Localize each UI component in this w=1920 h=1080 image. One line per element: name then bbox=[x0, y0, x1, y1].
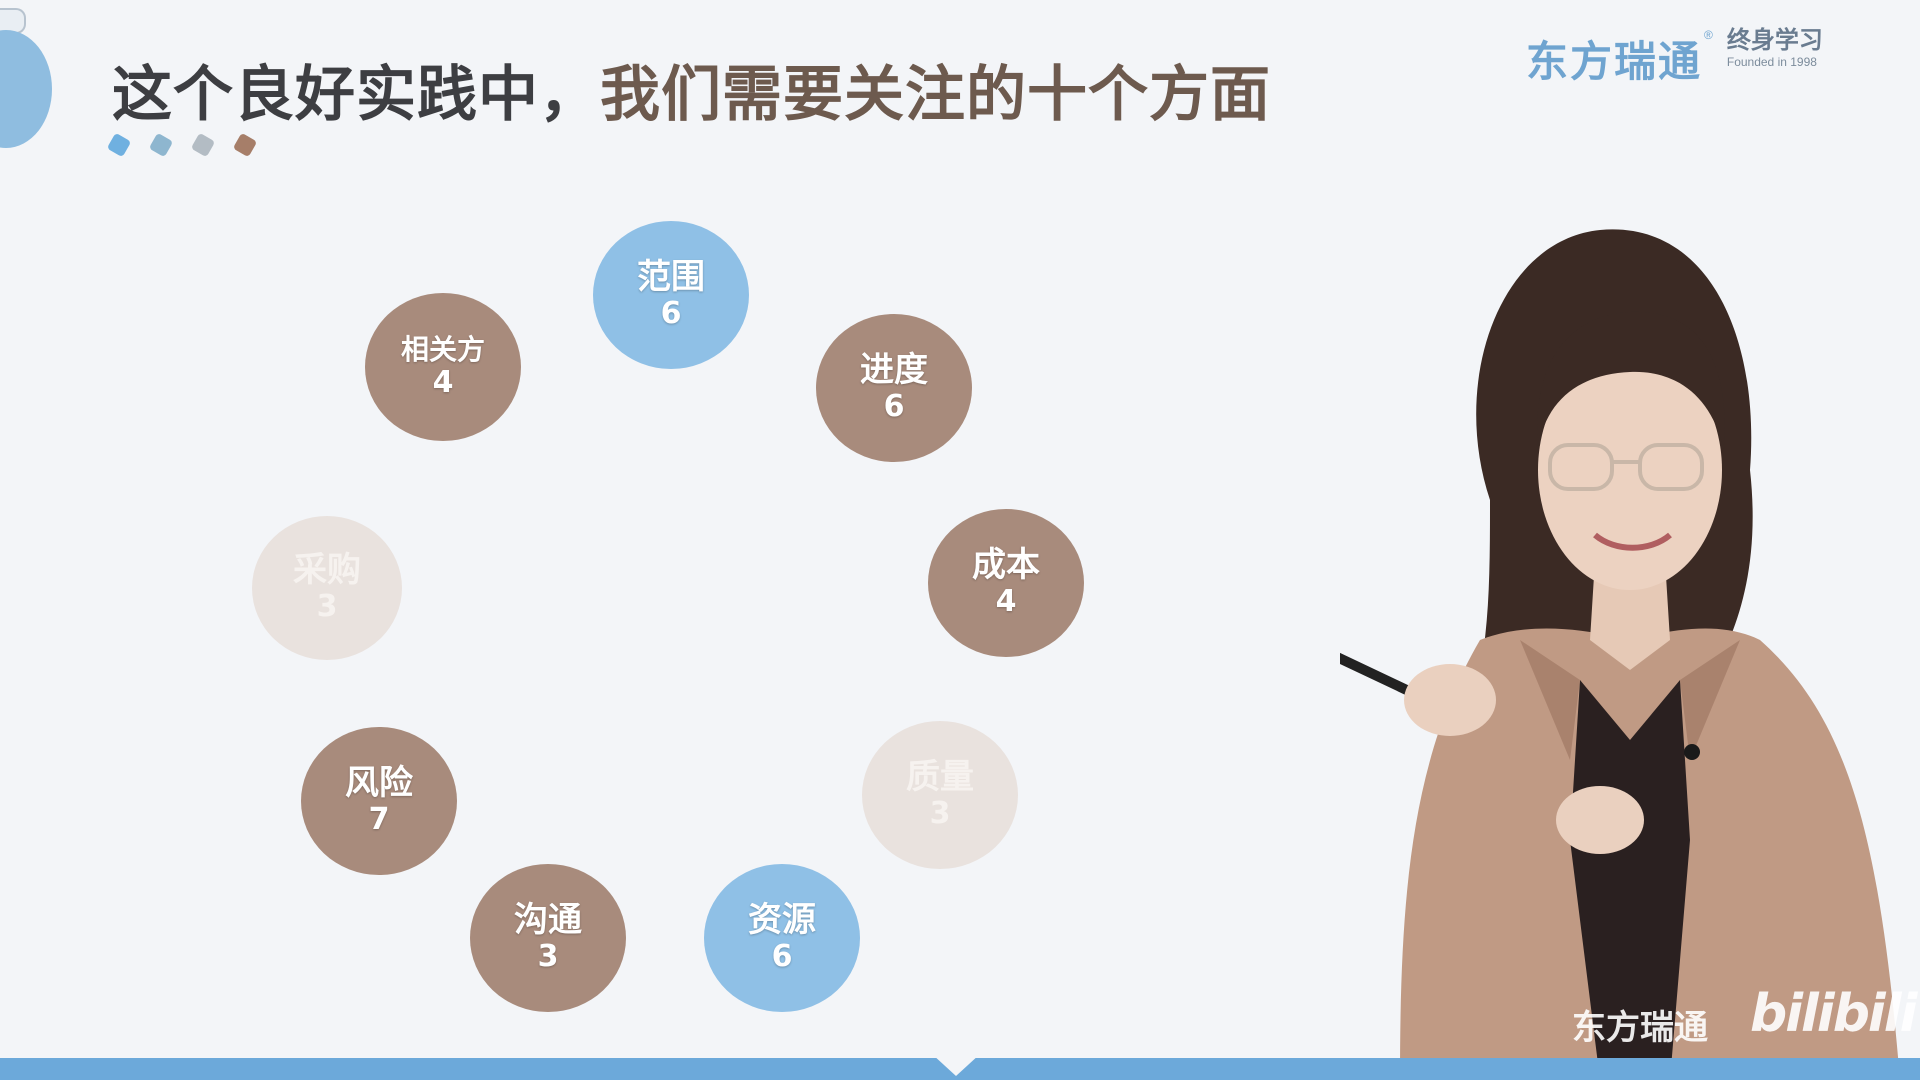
bubble-label: 进度 bbox=[860, 350, 928, 391]
slide-title-part2: 我们需要关注的十个方面 bbox=[600, 60, 1271, 130]
knowledge-area-bubble-communication[interactable]: 沟通 3 bbox=[470, 864, 626, 1012]
bubble-label: 采购 bbox=[293, 550, 361, 591]
decoration-dot bbox=[232, 132, 258, 158]
bubble-count: 4 bbox=[995, 584, 1017, 620]
bubble-label: 范围 bbox=[637, 257, 705, 298]
presenter-figure bbox=[1340, 229, 1900, 1080]
bubble-count: 3 bbox=[929, 796, 951, 832]
slide-title: 这个良好实践中，我们需要关注的十个方面 bbox=[112, 46, 1271, 133]
bubble-count: 7 bbox=[368, 802, 390, 838]
logo-subtitle: 终身学习 Founded in 1998 bbox=[1727, 28, 1823, 68]
knowledge-area-bubble-stakeholder[interactable]: 相关方 4 bbox=[365, 293, 521, 441]
decoration-dot bbox=[106, 132, 132, 158]
logo-name: 东方瑞通 bbox=[1526, 37, 1703, 86]
knowledge-area-bubble-scope[interactable]: 范围 6 bbox=[593, 221, 749, 369]
bubble-count: 3 bbox=[316, 589, 338, 625]
footer-notch bbox=[932, 1054, 980, 1076]
watermark-brand: 东方瑞通 bbox=[1572, 1008, 1708, 1048]
bubble-label: 风险 bbox=[345, 763, 413, 804]
knowledge-area-bubble-procurement[interactable]: 采购 3 bbox=[252, 516, 402, 660]
bubble-label: 资源 bbox=[748, 900, 816, 941]
brand-logo: 东方瑞通 ® 终身学习 Founded in 1998 bbox=[1526, 28, 1823, 89]
slide-accent-shape bbox=[0, 30, 52, 148]
bubble-count: 4 bbox=[432, 364, 454, 400]
knowledge-area-bubble-schedule[interactable]: 进度 6 bbox=[816, 314, 972, 462]
decoration-dot bbox=[190, 132, 216, 158]
decoration-dot bbox=[148, 132, 174, 158]
knowledge-area-bubble-resource[interactable]: 资源 6 bbox=[704, 864, 860, 1012]
logo-founded: Founded in 1998 bbox=[1726, 55, 1817, 69]
bubble-count: 6 bbox=[883, 389, 905, 425]
bubble-count: 3 bbox=[537, 939, 559, 975]
bubble-label: 成本 bbox=[972, 545, 1040, 586]
watermark-bilibili: bilibili bbox=[1750, 984, 1917, 1044]
slide-title-part1: 这个良好实践中， bbox=[112, 60, 600, 130]
logo-slogan: 终身学习 bbox=[1726, 26, 1823, 54]
bubble-label: 相关方 bbox=[400, 332, 485, 366]
bubble-label: 沟通 bbox=[514, 900, 582, 941]
knowledge-area-bubble-cost[interactable]: 成本 4 bbox=[928, 509, 1084, 657]
bubble-count: 6 bbox=[771, 939, 793, 975]
bubble-count: 6 bbox=[660, 296, 682, 332]
logo-registered-mark: ® bbox=[1704, 28, 1713, 42]
title-decoration-dots bbox=[106, 132, 258, 158]
knowledge-area-bubble-quality[interactable]: 质量 3 bbox=[862, 721, 1018, 869]
bubble-label: 质量 bbox=[906, 757, 974, 798]
knowledge-area-bubble-risk[interactable]: 风险 7 bbox=[301, 727, 457, 875]
